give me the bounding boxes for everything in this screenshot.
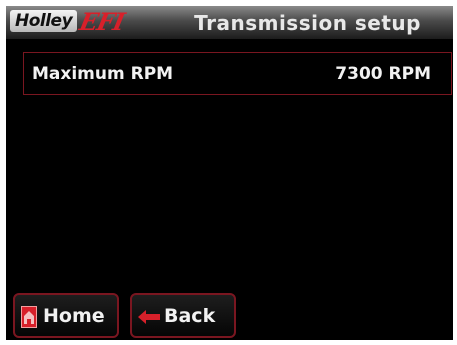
logo-holley-text: Holley <box>10 10 78 32</box>
setting-value: 7300 RPM <box>335 64 431 84</box>
setting-label: Maximum RPM <box>32 64 174 84</box>
setting-row-maximum-rpm[interactable]: Maximum RPM 7300 RPM <box>23 52 452 95</box>
home-icon <box>21 306 37 328</box>
header-bar: Holley EFI Transmission setup <box>6 6 453 39</box>
back-arrow-icon <box>138 310 160 324</box>
back-button-label: Back <box>164 305 216 327</box>
screen: Holley EFI Transmission setup Maximum RP… <box>6 6 453 340</box>
home-button[interactable]: Home <box>13 293 119 338</box>
back-button[interactable]: Back <box>130 293 236 338</box>
home-button-label: Home <box>43 305 105 327</box>
page-title: Transmission setup <box>194 11 421 35</box>
logo-efi-text: EFI <box>77 7 127 36</box>
